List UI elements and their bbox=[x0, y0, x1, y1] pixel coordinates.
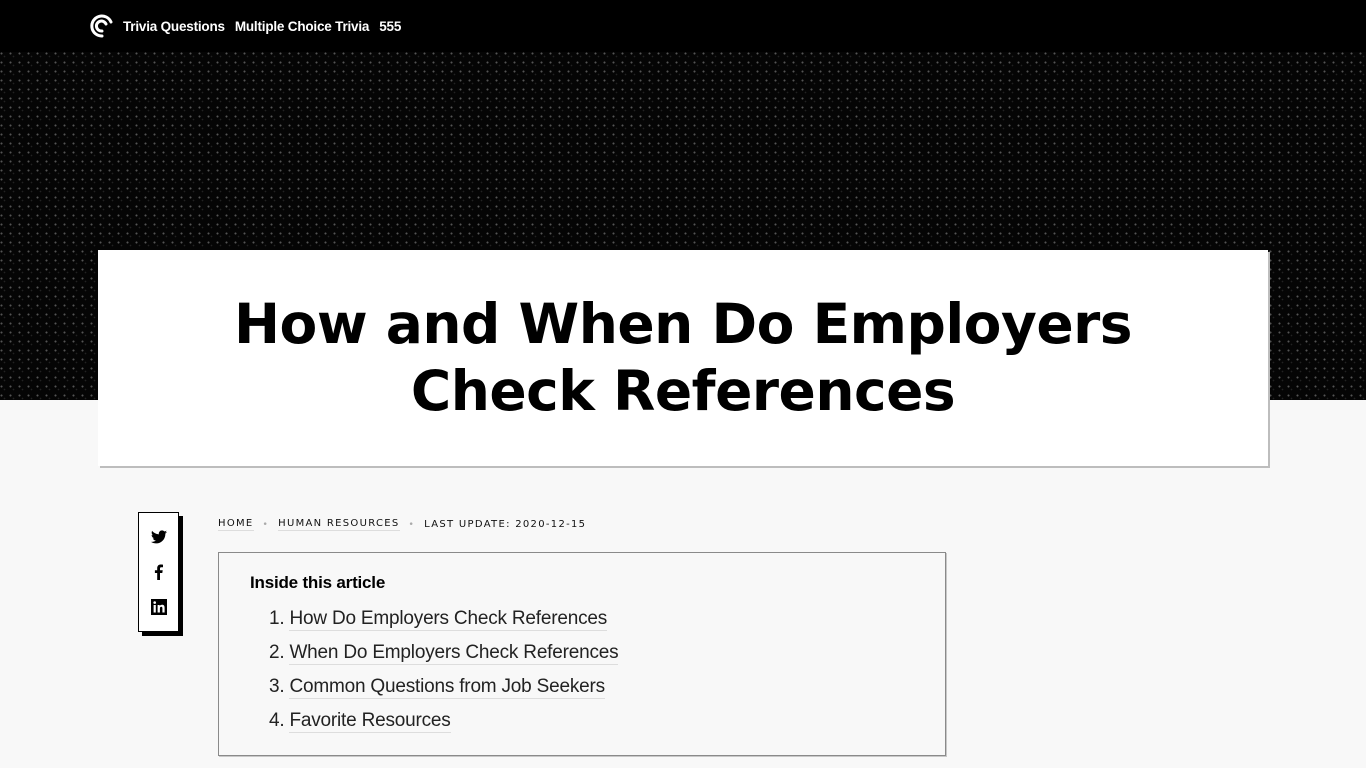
toc-link-favorite-resources[interactable]: Favorite Resources bbox=[289, 710, 451, 733]
nav-555[interactable]: 555 bbox=[379, 19, 401, 34]
toc-item-number: 2. bbox=[269, 642, 285, 663]
breadcrumb-home[interactable]: HOME bbox=[218, 518, 254, 531]
nav-trivia-questions[interactable]: Trivia Questions bbox=[123, 19, 225, 34]
breadcrumb-separator: • bbox=[408, 519, 416, 530]
toc-link-common-questions[interactable]: Common Questions from Job Seekers bbox=[289, 676, 605, 699]
site-logo[interactable] bbox=[89, 13, 115, 39]
twitter-icon bbox=[150, 529, 167, 544]
share-facebook-button[interactable] bbox=[150, 563, 168, 581]
title-card: How and When Do Employers Check Referenc… bbox=[98, 250, 1268, 466]
breadcrumb-human-resources[interactable]: HUMAN RESOURCES bbox=[278, 518, 400, 531]
last-update-date: LAST UPDATE: 2020-12-15 bbox=[424, 519, 587, 530]
toc-item-number: 1. bbox=[269, 608, 285, 629]
share-twitter-button[interactable] bbox=[150, 528, 168, 546]
toc-list: 1. How Do Employers Check References 2. Wh… bbox=[250, 602, 945, 738]
toc-title: Inside this article bbox=[250, 573, 386, 592]
top-navigation-bar: Trivia Questions Multiple Choice Trivia … bbox=[0, 0, 1366, 52]
breadcrumb: HOME • HUMAN RESOURCES • LAST UPDATE: 20… bbox=[218, 518, 586, 531]
toc-item: 4. Favorite Resources bbox=[269, 704, 945, 738]
table-of-contents: Inside this article 1. How Do Employers C… bbox=[218, 552, 946, 756]
toc-item-number: 4. bbox=[269, 710, 285, 731]
toc-link-when-do-employers-check-references[interactable]: When Do Employers Check References bbox=[289, 642, 619, 665]
toc-item: 2. When Do Employers Check References bbox=[269, 636, 945, 670]
spiral-logo-icon bbox=[90, 14, 113, 38]
linkedin-icon bbox=[150, 599, 167, 616]
share-linkedin-button[interactable] bbox=[150, 598, 168, 616]
breadcrumb-separator: • bbox=[262, 519, 270, 530]
toc-link-how-do-employers-check-references[interactable]: How Do Employers Check References bbox=[289, 608, 607, 631]
facebook-icon bbox=[154, 564, 163, 580]
page-title: How and When Do Employers Check Referenc… bbox=[234, 292, 1132, 423]
share-sidebar bbox=[138, 512, 179, 632]
toc-item: 3. Common Questions from Job Seekers bbox=[269, 670, 945, 704]
toc-item-number: 3. bbox=[269, 676, 285, 697]
nav-multiple-choice-trivia[interactable]: Multiple Choice Trivia bbox=[235, 19, 370, 34]
toc-item: 1. How Do Employers Check References bbox=[269, 602, 945, 636]
